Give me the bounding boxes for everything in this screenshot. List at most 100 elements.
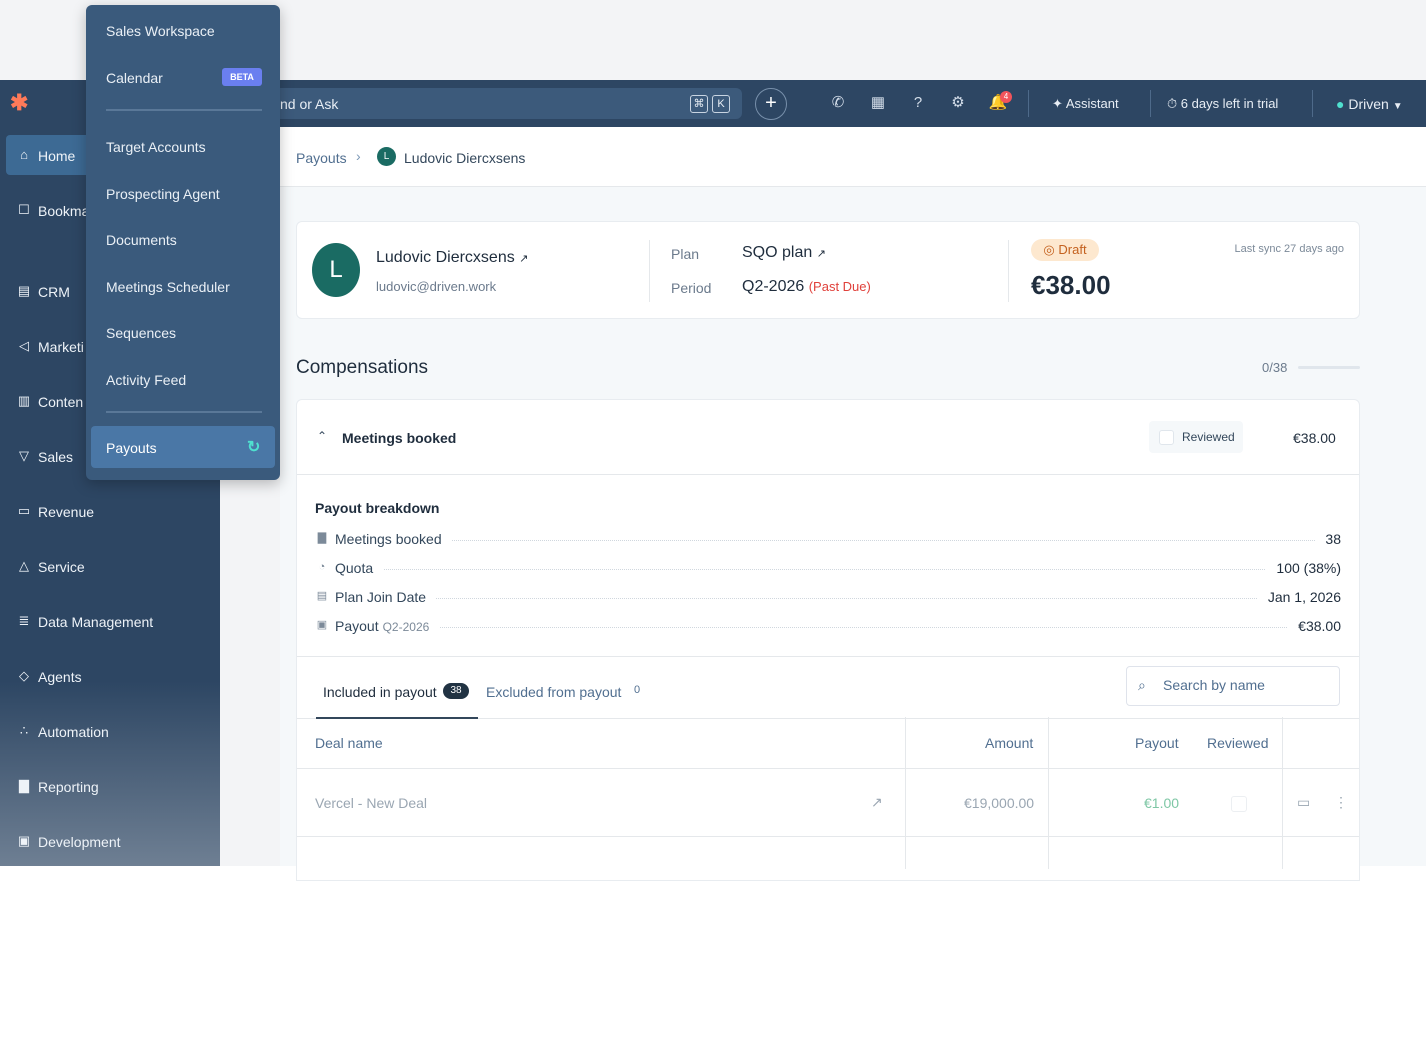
column-header-amount[interactable]: Amount bbox=[985, 735, 1033, 751]
home-icon: ⌂ bbox=[20, 147, 28, 162]
sidebar-item-development[interactable]: ▣ Development bbox=[6, 821, 212, 861]
wallet-icon: ▣ bbox=[316, 619, 328, 631]
status-badge-label: Draft bbox=[1058, 242, 1087, 257]
period-value: Q2-2026 bbox=[742, 278, 805, 295]
sidebar-item-label: Sales bbox=[38, 449, 74, 465]
sidebar-item-automation[interactable]: ∴ Automation bbox=[6, 711, 212, 751]
more-options-icon[interactable]: ⋮ bbox=[1334, 794, 1348, 811]
calendar-icon: ▤ bbox=[316, 590, 328, 602]
flyout-item-documents[interactable]: Documents bbox=[106, 232, 177, 248]
bookmark-icon: ☐ bbox=[18, 202, 30, 217]
tab-label: Included in payout bbox=[323, 684, 437, 700]
compensation-header[interactable]: ⌃ Meetings booked Reviewed €38.00 bbox=[297, 400, 1359, 475]
deal-name-cell[interactable]: Vercel - New Deal bbox=[315, 795, 427, 811]
hubspot-logo-icon[interactable]: ✱ bbox=[10, 90, 36, 116]
breadcrumb: Payouts › L Ludovic Diercxsens bbox=[280, 127, 1426, 187]
breakdown-label: Quota bbox=[335, 560, 384, 576]
breakdown-label: Meetings booked bbox=[335, 531, 452, 547]
reviewed-label: Reviewed bbox=[1182, 430, 1235, 444]
topbar-divider bbox=[1028, 90, 1029, 117]
sidebar-item-label: Reporting bbox=[38, 779, 99, 795]
sidebar-item-label: Bookma bbox=[38, 203, 90, 219]
payout-amount: €38.00 bbox=[1031, 270, 1111, 300]
assistant-button[interactable]: ✦ Assistant bbox=[1052, 96, 1119, 112]
external-link-icon[interactable]: ↗ bbox=[871, 794, 883, 811]
compensation-amount: €38.00 bbox=[1293, 430, 1336, 446]
trial-status-button[interactable]: ⏱ 6 days left in trial bbox=[1167, 96, 1278, 112]
main-content: Payouts › L Ludovic Diercxsens L Ludovic… bbox=[280, 127, 1426, 881]
deal-tabs: Included in payout 38 Excluded from payo… bbox=[297, 656, 1359, 719]
reviewed-toggle[interactable]: Reviewed bbox=[1149, 421, 1243, 453]
column-header-reviewed[interactable]: Reviewed bbox=[1207, 735, 1268, 751]
tab-excluded-from-payout[interactable]: Excluded from payout bbox=[486, 684, 621, 700]
external-link-icon: ↗ bbox=[816, 248, 826, 260]
content-icon: ▥ bbox=[17, 393, 31, 408]
tab-count-badge: 38 bbox=[443, 683, 469, 699]
status-badge: ◎ Draft bbox=[1031, 239, 1099, 261]
reporting-icon: ▇ bbox=[19, 778, 29, 793]
row-divider bbox=[297, 836, 1359, 837]
sidebar-item-reporting[interactable]: ▇ Reporting bbox=[6, 766, 212, 806]
flyout-item-payouts[interactable]: Payouts ↻ bbox=[91, 426, 275, 468]
topbar-divider bbox=[1312, 90, 1313, 117]
compensation-title: Meetings booked bbox=[342, 430, 457, 446]
review-progress-text: 0/38 bbox=[1262, 360, 1288, 375]
reviewed-checkbox[interactable] bbox=[1159, 430, 1174, 445]
sidebar-item-service[interactable]: △ Service bbox=[6, 546, 212, 586]
flyout-item-sequences[interactable]: Sequences bbox=[106, 325, 176, 341]
breadcrumb-payouts-link[interactable]: Payouts bbox=[296, 150, 347, 166]
breakdown-value: €38.00 bbox=[1288, 618, 1341, 634]
deal-search-field[interactable]: ⌕ bbox=[1126, 666, 1340, 706]
breakdown-label: Plan Join Date bbox=[335, 589, 437, 605]
person-name-link[interactable]: Ludovic Diercxsens ↗ bbox=[376, 249, 528, 267]
column-divider bbox=[905, 717, 906, 869]
flyout-item-meetings-scheduler[interactable]: Meetings Scheduler bbox=[106, 279, 230, 295]
amount-cell: €19,000.00 bbox=[964, 795, 1035, 811]
sidebar-item-revenue[interactable]: ▭ Revenue bbox=[6, 491, 212, 531]
flyout-item-calendar[interactable]: Calendar bbox=[106, 70, 163, 86]
person-email: ludovic@driven.work bbox=[376, 279, 497, 294]
megaphone-icon: ◁ bbox=[19, 338, 29, 353]
quota-icon: ◔ bbox=[318, 561, 326, 573]
service-icon: △ bbox=[19, 558, 29, 573]
sidebar-item-agents[interactable]: ◇ Agents bbox=[6, 656, 212, 696]
account-menu[interactable]: ● Driven ▼ bbox=[1336, 96, 1403, 112]
breakdown-row: ▣ Payout Q2-2026 €38.00 bbox=[315, 615, 1341, 637]
flyout-item-sales-workspace[interactable]: Sales Workspace bbox=[106, 23, 215, 39]
sidebar-item-label: Marketi bbox=[38, 339, 84, 355]
sidebar-item-data-management[interactable]: ≣ Data Management bbox=[6, 601, 212, 641]
sidebar-item-label: Data Management bbox=[38, 614, 154, 630]
loading-spinner-icon: ↻ bbox=[247, 439, 261, 456]
deal-search-input[interactable] bbox=[1161, 676, 1335, 694]
chevron-right-icon: › bbox=[356, 148, 361, 164]
column-header-payout[interactable]: Payout bbox=[1135, 735, 1179, 751]
plan-link[interactable]: SQO plan ↗ bbox=[742, 244, 826, 262]
tab-included-in-payout[interactable]: Included in payout 38 bbox=[316, 657, 478, 719]
assistant-label: Assistant bbox=[1065, 96, 1119, 111]
column-divider bbox=[1282, 717, 1283, 869]
flyout-divider bbox=[106, 411, 262, 413]
settings-gear-icon[interactable]: ⚙ bbox=[948, 93, 968, 113]
column-header-deal-name[interactable]: Deal name bbox=[315, 735, 383, 751]
comment-icon[interactable]: ▭ bbox=[1297, 794, 1310, 811]
row-divider bbox=[297, 768, 1359, 769]
help-icon[interactable]: ? bbox=[908, 93, 928, 113]
chevron-up-icon[interactable]: ⌃ bbox=[317, 429, 327, 443]
notification-count-badge: 4 bbox=[1000, 91, 1012, 103]
page-background bbox=[0, 866, 1426, 1042]
period-label: Period bbox=[671, 280, 712, 296]
create-new-button[interactable]: + bbox=[755, 88, 787, 120]
search-icon: ⌕ bbox=[1138, 677, 1146, 693]
phone-icon[interactable]: ✆ bbox=[828, 93, 848, 113]
global-search-bar[interactable]: nd or Ask ⌘ K bbox=[230, 88, 742, 119]
plan-value: SQO plan bbox=[742, 244, 813, 261]
reviewed-checkbox[interactable] bbox=[1231, 796, 1247, 812]
sidebar-item-label: Agents bbox=[38, 669, 82, 685]
flyout-item-activity-feed[interactable]: Activity Feed bbox=[106, 372, 186, 388]
crm-icon: ▤ bbox=[17, 283, 31, 298]
breakdown-row: ▤ Plan Join Date Jan 1, 2026 bbox=[315, 586, 1341, 608]
chart-icon: ▇ bbox=[317, 532, 327, 544]
flyout-item-target-accounts[interactable]: Target Accounts bbox=[106, 139, 206, 155]
marketplace-icon[interactable]: ▦ bbox=[868, 93, 888, 113]
flyout-item-prospecting-agent[interactable]: Prospecting Agent bbox=[106, 186, 220, 202]
